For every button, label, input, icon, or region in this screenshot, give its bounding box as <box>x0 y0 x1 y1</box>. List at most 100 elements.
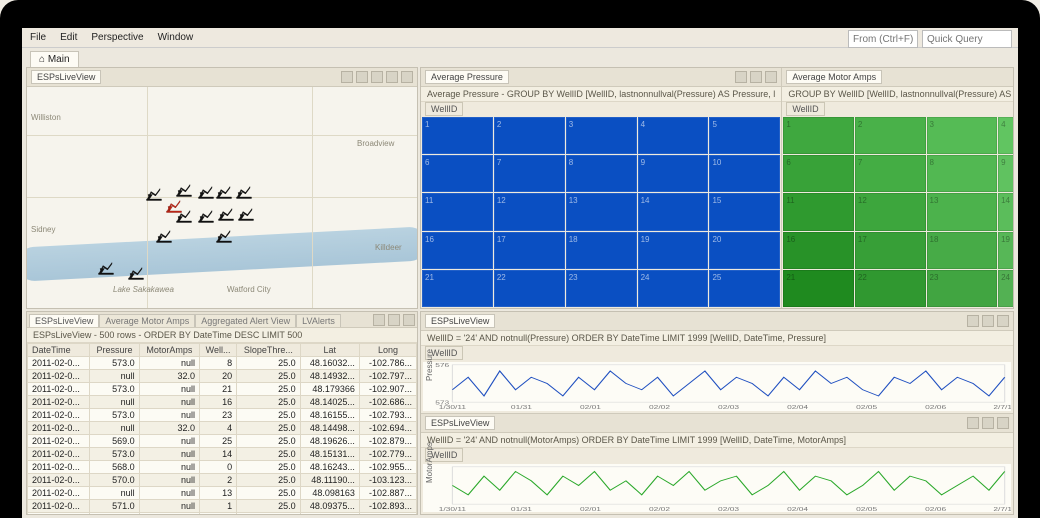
quick-query-input[interactable] <box>922 30 1012 48</box>
tool-icon[interactable] <box>750 71 762 83</box>
treemap-cell[interactable]: 8 <box>927 155 998 192</box>
treemap-cell[interactable]: 14 <box>998 193 1014 230</box>
treemap-cell[interactable]: 21 <box>783 270 854 307</box>
pump-marker[interactable] <box>127 262 145 282</box>
treemap-cell[interactable]: 11 <box>783 193 854 230</box>
tab-lvalerts[interactable]: LVAlerts <box>296 314 341 327</box>
treemap-cell[interactable]: 10 <box>709 155 780 192</box>
pump-marker[interactable] <box>155 225 173 245</box>
tab-esps[interactable]: ESPsLiveView <box>29 314 99 327</box>
menu-file[interactable]: File <box>30 32 46 43</box>
treemap-cell[interactable]: 13 <box>927 193 998 230</box>
table-row[interactable]: 2011-02-0...573.0null825.048.16032...-10… <box>28 357 417 370</box>
wellid-chip[interactable]: WellID <box>786 102 824 116</box>
tool-icon[interactable] <box>373 314 385 326</box>
maximize-icon[interactable] <box>997 315 1009 327</box>
wellid-chip[interactable]: WellID <box>425 102 463 116</box>
treemap-cell[interactable]: 25 <box>709 270 780 307</box>
treemap-cell[interactable]: 13 <box>566 193 637 230</box>
map-canvas[interactable]: Williston Broadview Sidney Lake Sakakawe… <box>27 87 417 308</box>
table-row[interactable]: 2011-02-0...570.0null225.048.11190...-10… <box>28 474 417 487</box>
treemap-cell[interactable]: 4 <box>998 117 1014 154</box>
treemap-cell[interactable]: 7 <box>855 155 926 192</box>
column-header[interactable]: Pressure <box>90 344 139 357</box>
tab-agg-alert[interactable]: Aggregated Alert View <box>195 314 296 327</box>
treemap-cell[interactable]: 6 <box>783 155 854 192</box>
treemap-cell[interactable]: 4 <box>638 117 709 154</box>
chart1-tab[interactable]: ESPsLiveView <box>425 314 495 328</box>
pump-marker[interactable] <box>197 181 215 201</box>
pump-marker[interactable] <box>215 181 233 201</box>
tool-icon[interactable] <box>341 71 353 83</box>
pump-marker[interactable] <box>197 205 215 225</box>
maximize-icon[interactable] <box>765 71 777 83</box>
treemap-cell[interactable]: 15 <box>709 193 780 230</box>
treemap-cell[interactable]: 24 <box>638 270 709 307</box>
chart2-body[interactable]: MotorAmps 1/30/1101/3102/0102/0202/0302/… <box>423 464 1011 513</box>
treemap-cell[interactable]: 12 <box>855 193 926 230</box>
menu-edit[interactable]: Edit <box>60 32 77 43</box>
maximize-icon[interactable] <box>997 417 1009 429</box>
column-header[interactable]: Long <box>359 344 416 357</box>
tool-icon[interactable] <box>356 71 368 83</box>
table-row[interactable]: 2011-02-0...nullnull1625.048.14025...-10… <box>28 396 417 409</box>
treemap-cell[interactable]: 11 <box>422 193 493 230</box>
table-row[interactable]: 2011-02-0...null32.02025.048.14932...-10… <box>28 370 417 383</box>
treemap-cell[interactable]: 7 <box>494 155 565 192</box>
map-body[interactable]: Williston Broadview Sidney Lake Sakakawe… <box>27 87 417 308</box>
table-row[interactable]: 2011-02-0...568.0null025.048.16243...-10… <box>28 461 417 474</box>
treemap-cell[interactable]: 14 <box>638 193 709 230</box>
treemap-cell[interactable]: 1 <box>783 117 854 154</box>
maximize-icon[interactable] <box>403 314 415 326</box>
maximize-icon[interactable] <box>401 71 413 83</box>
pump-marker[interactable] <box>175 205 193 225</box>
treemap-pressure[interactable]: 1234567891011121314151617181920212223242… <box>421 116 781 308</box>
pump-marker[interactable] <box>97 257 115 277</box>
treemap-cell[interactable]: 19 <box>998 232 1014 269</box>
menu-perspective[interactable]: Perspective <box>91 32 143 43</box>
tool-icon[interactable] <box>388 314 400 326</box>
treemap-cell[interactable]: 18 <box>927 232 998 269</box>
column-header[interactable]: Well... <box>199 344 236 357</box>
treemap-cell[interactable]: 16 <box>422 232 493 269</box>
treemap-cell[interactable]: 22 <box>494 270 565 307</box>
tool-icon[interactable] <box>371 71 383 83</box>
column-header[interactable]: SlopeThre... <box>237 344 301 357</box>
data-table[interactable]: DateTimePressureMotorAmpsWell...SlopeThr… <box>27 343 417 514</box>
tool-icon[interactable] <box>982 315 994 327</box>
pump-marker[interactable] <box>217 203 235 223</box>
treemap-cell[interactable]: 16 <box>783 232 854 269</box>
treemap-cell[interactable]: 9 <box>998 155 1014 192</box>
table-row[interactable]: 2011-02-0...573.0null2325.048.16155...-1… <box>28 409 417 422</box>
treemap-cell[interactable]: 3 <box>566 117 637 154</box>
tab-avg-motoramps[interactable]: Average Motor Amps <box>786 70 882 84</box>
minimize-icon[interactable] <box>386 71 398 83</box>
pump-marker[interactable] <box>145 183 163 203</box>
treemap-cell[interactable]: 3 <box>927 117 998 154</box>
treemap-cell[interactable]: 18 <box>566 232 637 269</box>
chart1-body[interactable]: Pressure 1/30/1101/3102/0102/0202/0302/0… <box>423 362 1011 411</box>
treemap-cell[interactable]: 21 <box>422 270 493 307</box>
table-row[interactable]: 2011-02-0...569.0null2525.048.19626...-1… <box>28 435 417 448</box>
table-row[interactable]: 2011-02-0...nullnull1325.048.098163-102.… <box>28 487 417 500</box>
map-tab[interactable]: ESPsLiveView <box>31 70 101 84</box>
treemap-cell[interactable]: 12 <box>494 193 565 230</box>
column-header[interactable]: DateTime <box>28 344 90 357</box>
column-header[interactable]: MotorAmps <box>139 344 199 357</box>
treemap-cell[interactable]: 2 <box>494 117 565 154</box>
treemap-cell[interactable]: 20 <box>709 232 780 269</box>
treemap-cell[interactable]: 17 <box>494 232 565 269</box>
tool-icon[interactable] <box>735 71 747 83</box>
table-body[interactable]: DateTimePressureMotorAmpsWell...SlopeThr… <box>27 343 417 514</box>
tab-main[interactable]: ⌂ Main <box>30 51 79 67</box>
treemap-cell[interactable]: 22 <box>855 270 926 307</box>
treemap-motoramps[interactable]: 1234567891011121314151617181920212223242… <box>782 116 1014 308</box>
treemap-cell[interactable]: 9 <box>638 155 709 192</box>
pump-marker[interactable] <box>215 225 233 245</box>
treemap-cell[interactable]: 2 <box>855 117 926 154</box>
tool-icon[interactable] <box>967 315 979 327</box>
treemap-cell[interactable]: 5 <box>709 117 780 154</box>
column-header[interactable]: Lat <box>300 344 359 357</box>
treemap-cell[interactable]: 23 <box>566 270 637 307</box>
pump-marker[interactable] <box>237 203 255 223</box>
